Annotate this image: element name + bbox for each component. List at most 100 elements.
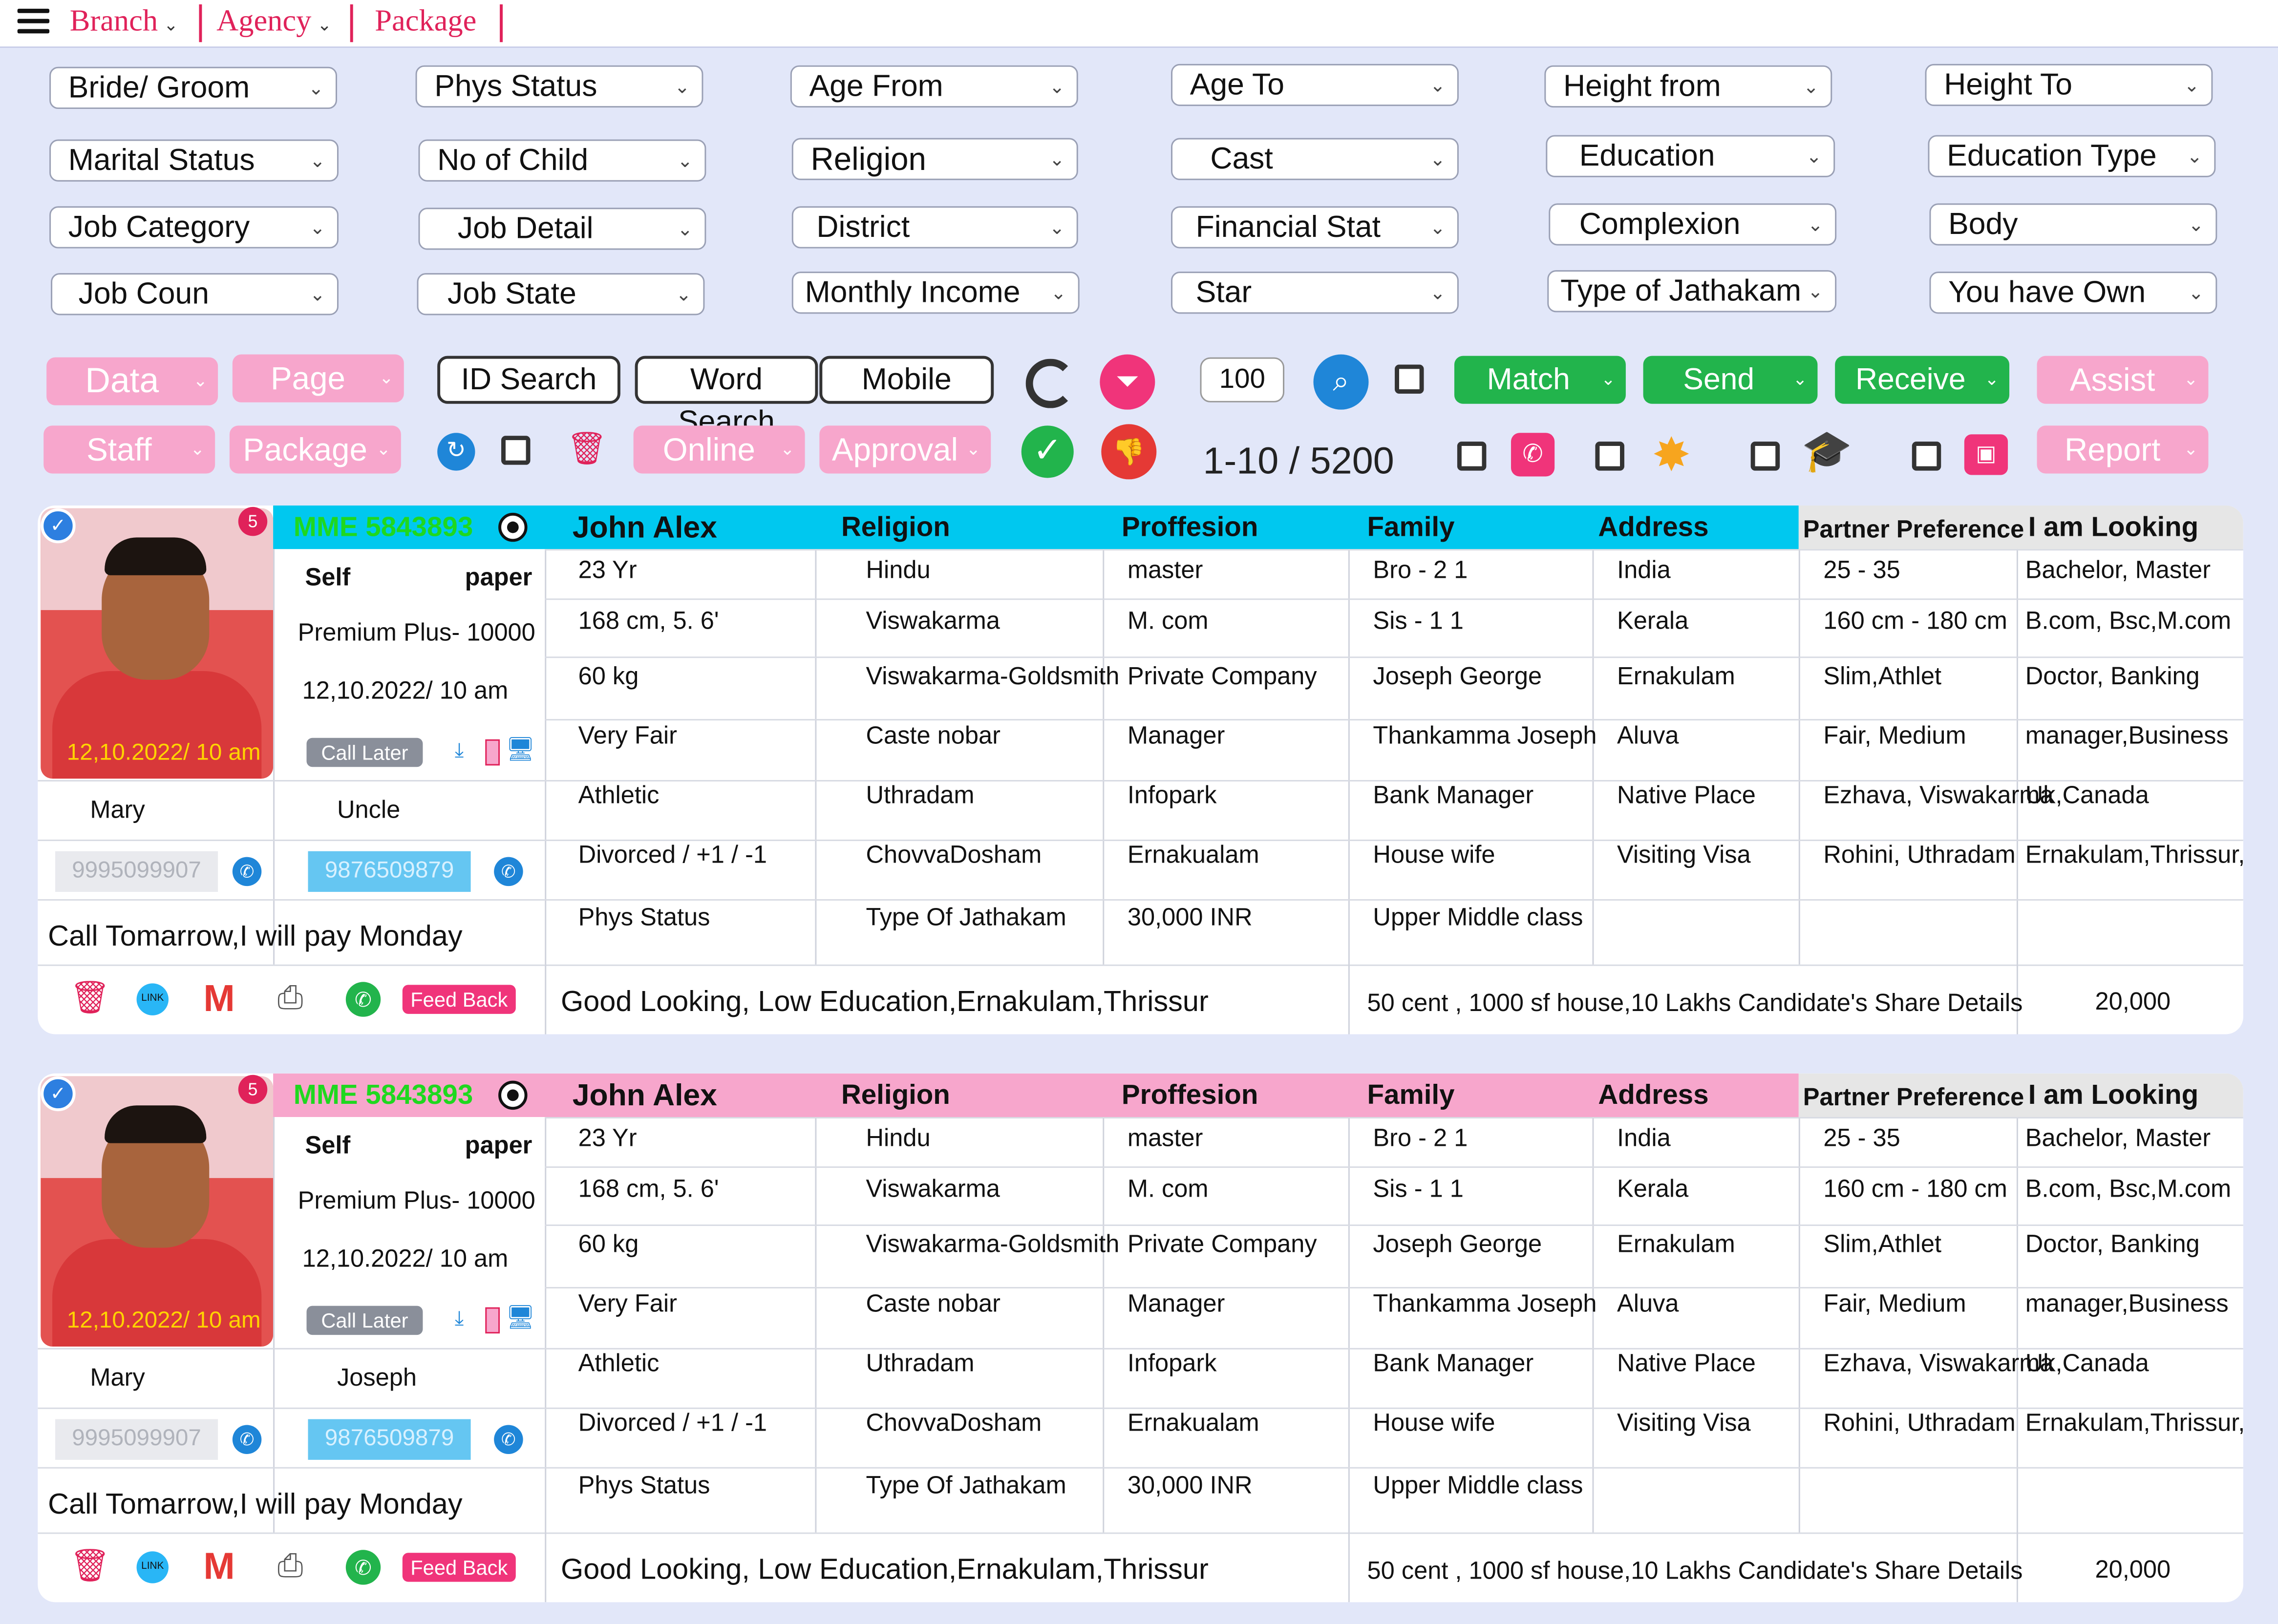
approval-dropdown-button[interactable]: Approval ⌄ (819, 425, 991, 474)
phone-number-1[interactable]: 9995099907 (55, 851, 218, 892)
menu-icon[interactable] (17, 8, 50, 35)
package-dropdown-button[interactable]: Package ⌄ (229, 425, 401, 474)
filter-job-detail[interactable]: Job Detail ⌄ (418, 208, 706, 250)
filter-education-type[interactable]: Education Type ⌄ (1928, 135, 2216, 177)
filter-job-category[interactable]: Job Category ⌄ (49, 206, 339, 249)
refresh-icon[interactable] (1025, 359, 1075, 408)
filter-marital-status[interactable]: Marital Status ⌄ (49, 139, 339, 182)
trash-icon[interactable]: 🗑 (70, 979, 110, 1016)
verified-icon[interactable]: ✓ (41, 1076, 76, 1112)
receive-dropdown-button[interactable]: Receive ⌄ (1835, 356, 2010, 404)
filter-icon[interactable]: ⏷ (1100, 354, 1155, 410)
phone-number-2[interactable]: 9876509879 (308, 1419, 471, 1460)
id-search-button[interactable]: ID Search (437, 356, 620, 404)
filter-height-to[interactable]: Height To ⌄ (1925, 63, 2213, 106)
profile-name[interactable]: John Alex (573, 1079, 717, 1114)
filter-bride-groom[interactable]: Bride/ Groom ⌄ (49, 66, 337, 109)
filter-phys-status[interactable]: Phys Status ⌄ (415, 65, 703, 108)
sync-icon[interactable]: ↻ (437, 433, 475, 471)
education-filter-checkbox[interactable] (1750, 442, 1780, 471)
radio-icon[interactable] (498, 1080, 528, 1110)
mobile-icon[interactable] (485, 739, 500, 766)
printer-icon[interactable]: ⎙ (277, 1547, 303, 1584)
phone-number-1[interactable]: 9995099907 (55, 1419, 218, 1460)
filter-age-to[interactable]: Age To ⌄ (1171, 63, 1459, 106)
filter-cast[interactable]: Cast ⌄ (1171, 138, 1459, 180)
job-filter-checkbox[interactable] (1912, 442, 1941, 471)
phone-call-icon[interactable]: ✆ (494, 1425, 523, 1454)
filter-religion[interactable]: Religion ⌄ (791, 138, 1078, 180)
profile-photo[interactable]: 12,10.2022/ 10 am (41, 508, 274, 779)
link-icon[interactable]: LINK (136, 1551, 169, 1583)
briefcase-icon[interactable]: ▣ (1964, 434, 2008, 475)
profile-id[interactable]: MME 5843893 (294, 513, 473, 545)
filter-job-state[interactable]: Job State ⌄ (417, 273, 705, 316)
phone-call-icon[interactable]: ✆ (494, 857, 523, 886)
filter-education[interactable]: Education ⌄ (1546, 135, 1835, 177)
profile-id[interactable]: MME 5843893 (294, 1081, 473, 1113)
mobile-icon[interactable] (485, 1307, 500, 1334)
filter-monthly-income[interactable]: Monthly Income ⌄ (791, 272, 1080, 314)
feedback-button[interactable]: Feed Back (402, 1553, 516, 1582)
check-icon[interactable]: ✓ (1021, 425, 1074, 478)
filter-height-from[interactable]: Height from ⌄ (1544, 65, 1832, 108)
desktop-icon[interactable]: 🖥 (506, 735, 535, 764)
gmail-icon[interactable]: M (203, 1544, 234, 1589)
download-icon[interactable]: ⤓ (455, 1306, 464, 1331)
thumbs-down-icon[interactable]: 👎 (1101, 424, 1157, 480)
verified-icon[interactable]: ✓ (41, 508, 76, 544)
call-later-button[interactable]: Call Later (306, 738, 423, 767)
toolbar-checkbox[interactable] (501, 436, 531, 465)
filter-financial-stat[interactable]: Financial Stat ⌄ (1171, 206, 1459, 249)
whatsapp-icon[interactable]: ✆ (345, 982, 381, 1017)
gmail-icon[interactable]: M (203, 976, 234, 1021)
mobile-search-button[interactable]: Mobile (819, 356, 994, 404)
report-dropdown-button[interactable]: Report ⌄ (2037, 425, 2209, 474)
match-dropdown-button[interactable]: Match ⌄ (1454, 356, 1626, 404)
whatsapp-icon[interactable]: ✆ (345, 1550, 381, 1585)
phone-icon[interactable]: ✆ (1511, 433, 1555, 477)
send-dropdown-button[interactable]: Send ⌄ (1643, 356, 1818, 404)
filter-star[interactable]: Star ⌄ (1171, 272, 1459, 314)
star-filter-checkbox[interactable] (1595, 442, 1624, 471)
assist-dropdown-button[interactable]: Assist ⌄ (2037, 356, 2209, 404)
filter-no-of-child[interactable]: No of Child ⌄ (418, 139, 706, 182)
nav-agency[interactable]: Agency ⌄ (216, 3, 332, 39)
desktop-icon[interactable]: 🖥 (506, 1303, 535, 1332)
star-icon[interactable]: ✸ (1652, 427, 1691, 482)
phone-filter-checkbox[interactable] (1457, 442, 1487, 471)
filter-age-from[interactable]: Age From ⌄ (790, 65, 1078, 108)
filter-job-coun[interactable]: Job Coun ⌄ (51, 273, 339, 316)
filter-you-have-own[interactable]: You have Own ⌄ (1929, 272, 2217, 314)
profile-photo[interactable]: 12,10.2022/ 10 am (41, 1076, 274, 1347)
phone-call-icon[interactable]: ✆ (232, 1425, 262, 1454)
graduation-cap-icon[interactable]: 🎓 (1802, 427, 1852, 475)
select-all-checkbox[interactable] (1395, 364, 1424, 394)
word-search-button[interactable]: Word Search (635, 356, 818, 439)
nav-branch[interactable]: Branch ⌄ (70, 3, 178, 39)
data-dropdown-button[interactable]: Data ⌄ (46, 357, 218, 405)
filter-district[interactable]: District ⌄ (791, 206, 1078, 249)
download-icon[interactable]: ⤓ (455, 738, 464, 763)
nav-package[interactable]: Package (375, 3, 476, 39)
dropdown-label: Height from (1563, 69, 1721, 104)
trash-icon[interactable]: 🗑 (70, 1547, 110, 1584)
link-icon[interactable]: LINK (136, 983, 169, 1015)
feedback-button[interactable]: Feed Back (402, 985, 516, 1014)
filter-type-of-jathakam[interactable]: Type of Jathakam ⌄ (1547, 270, 1837, 313)
phone-call-icon[interactable]: ✆ (232, 857, 262, 886)
page-dropdown-button[interactable]: Page ⌄ (232, 354, 404, 402)
staff-dropdown-button[interactable]: Staff ⌄ (43, 425, 215, 474)
chevron-down-icon: ⌄ (308, 77, 324, 99)
filter-body[interactable]: Body ⌄ (1929, 203, 2217, 246)
per-page-input[interactable]: 100 (1200, 357, 1285, 402)
printer-icon[interactable]: ⎙ (277, 979, 303, 1016)
radio-icon[interactable] (498, 512, 528, 542)
search-icon[interactable]: ⌕ (1313, 354, 1369, 410)
trash-icon[interactable]: 🗑 (567, 430, 607, 467)
online-dropdown-button[interactable]: Online ⌄ (633, 425, 805, 474)
call-later-button[interactable]: Call Later (306, 1306, 423, 1335)
filter-complexion[interactable]: Complexion ⌄ (1549, 203, 1837, 246)
phone-number-2[interactable]: 9876509879 (308, 851, 471, 892)
profile-name[interactable]: John Alex (573, 511, 717, 546)
